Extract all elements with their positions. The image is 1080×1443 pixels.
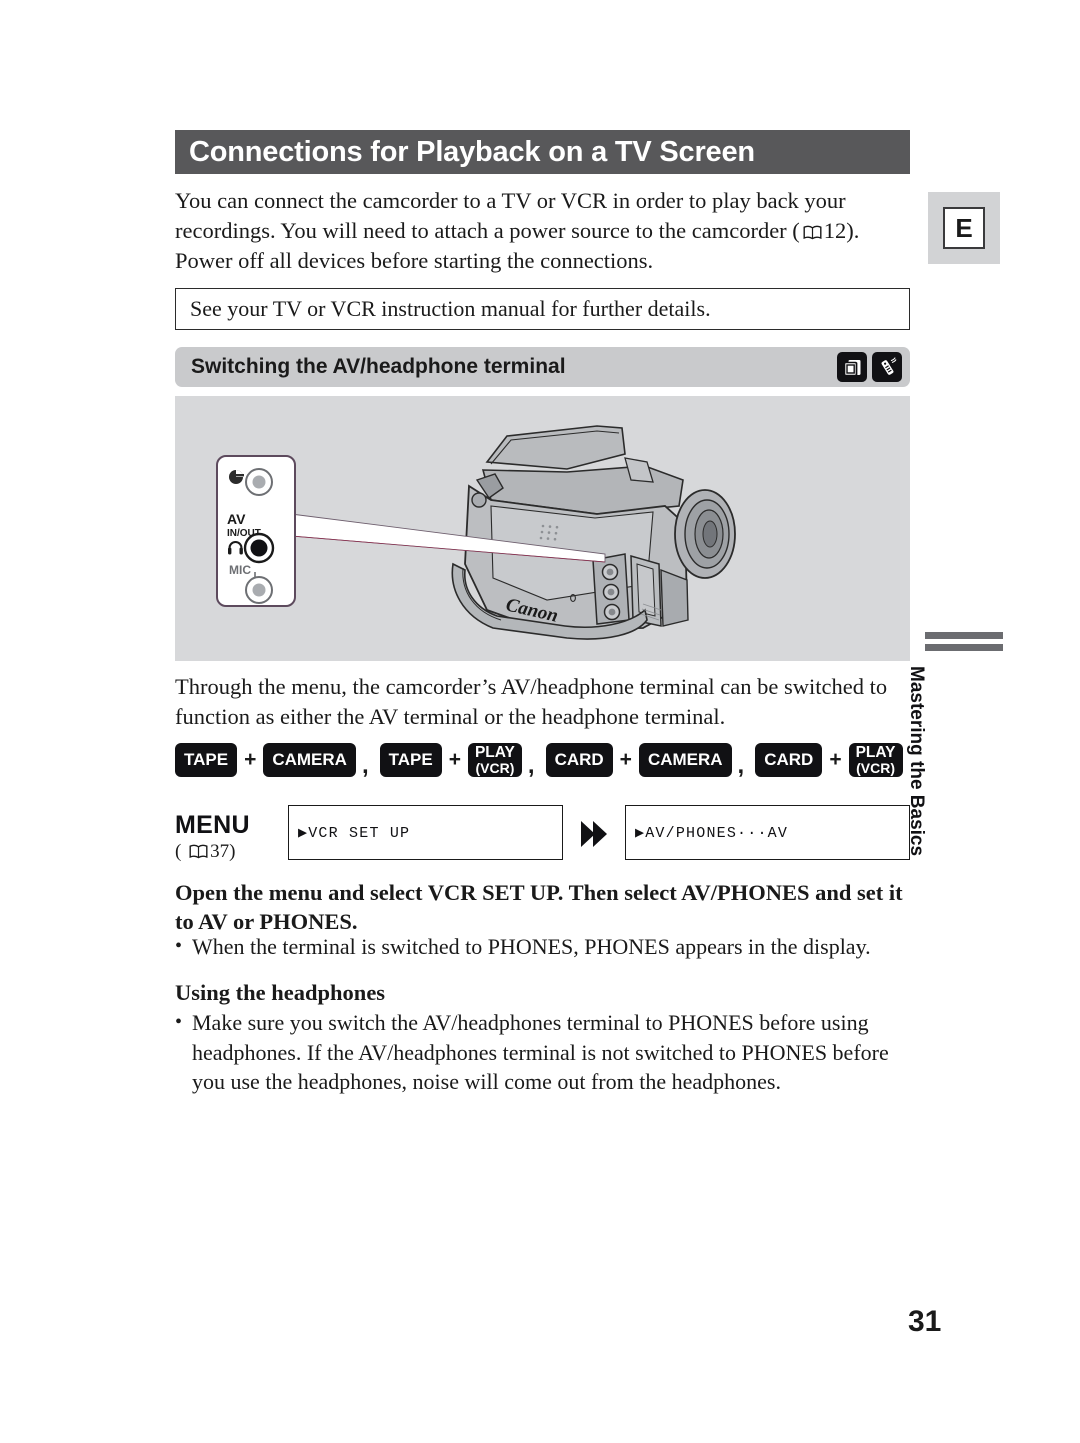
- camcorder-illustration: Canon AV IN/OUT MIC: [175, 396, 910, 661]
- page-title-bar: Connections for Playback on a TV Screen: [175, 130, 910, 174]
- language-tab-label: E: [955, 213, 973, 243]
- menu-flow-arrow-icon: [573, 819, 613, 849]
- body-line-1: Through the menu, the camcorder’s AV/hea…: [175, 674, 888, 699]
- intro-line-3: Power off all devices before starting th…: [175, 248, 654, 273]
- page-title: Connections for Playback on a TV Screen: [189, 135, 755, 168]
- intro-line-2-ref: 12).: [823, 218, 860, 243]
- side-tab-bar-top: [925, 632, 1003, 639]
- manual-page: Connections for Playback on a TV Screen …: [0, 0, 1080, 1443]
- bullet-marker-2: •: [175, 1011, 183, 1033]
- mode-badge-play-label-2: PLAY: [855, 743, 896, 761]
- mode-badge-tape-2: TAPE: [379, 743, 442, 777]
- bullet-marker-1: •: [175, 935, 183, 957]
- headphones-section-heading: Using the headphones: [175, 980, 386, 1005]
- mode-badge-row: TAPE + CAMERA , TAPE + PLAY (VCR) , CARD…: [175, 740, 915, 780]
- mode-badge-tape-1: TAPE: [175, 743, 238, 777]
- badge-separator-2: ,: [527, 752, 535, 779]
- note-box-text: See your TV or VCR instruction manual fo…: [190, 296, 711, 321]
- mode-badge-camera-1: CAMERA: [263, 743, 356, 777]
- book-reference-icon-menu: [189, 844, 208, 859]
- headphones-bullet: • Make sure you switch the AV/headphones…: [175, 1008, 910, 1097]
- instruction-bullet: • When the terminal is switched to PHONE…: [175, 932, 910, 961]
- badge-plus-4: +: [829, 748, 842, 771]
- memory-card-icon: [837, 352, 867, 382]
- menu-label: MENU: [175, 811, 250, 839]
- intro-line-2: recordings. You will need to attach a po…: [175, 216, 905, 246]
- badge-plus-2: +: [448, 748, 461, 771]
- mode-badge-play-label-1: PLAY: [474, 743, 515, 761]
- menu-screen-vcr-setup-text: ▶VCR SET UP: [298, 825, 411, 842]
- menu-screen-av-phones[interactable]: ▶AV/PHONES···AV: [625, 805, 910, 860]
- menu-label-group: MENU ( 37): [175, 811, 250, 863]
- badge-separator-1: ,: [361, 752, 369, 779]
- menu-screen-av-phones-text: ▶AV/PHONES···AV: [635, 825, 789, 842]
- body-paragraph: Through the menu, the camcorder’s AV/hea…: [175, 672, 905, 732]
- mode-badge-vcr-label-2: (VCR): [856, 759, 895, 776]
- menu-page-reference: ( 37): [175, 841, 236, 862]
- menu-screen-vcr-setup[interactable]: ▶VCR SET UP: [288, 805, 563, 860]
- language-tab-box: E: [943, 207, 985, 249]
- intro-line-1: You can connect the camcorder to a TV or…: [175, 188, 846, 213]
- instruction-bullet-text: When the terminal is switched to PHONES,…: [192, 934, 871, 959]
- remote-control-icon: [872, 352, 902, 382]
- mode-badge-card-1: CARD: [545, 743, 613, 777]
- mode-badge-camera-2: CAMERA: [638, 743, 732, 777]
- svg-text:AV: AV: [227, 511, 246, 527]
- subsection-header: Switching the AV/headphone terminal: [175, 347, 910, 387]
- badge-separator-3: ,: [737, 752, 745, 779]
- page-number: 31: [908, 1305, 942, 1338]
- subsection-title: Switching the AV/headphone terminal: [191, 355, 566, 378]
- intro-line-2-text: recordings. You will need to attach a po…: [175, 218, 800, 243]
- section-side-tab: Mastering the Basics: [906, 632, 1003, 856]
- instruction-line-1: Open the menu and select VCR SET UP. The…: [175, 880, 903, 905]
- side-tab-bar-bottom: [925, 644, 1003, 651]
- badge-plus-3: +: [619, 748, 632, 771]
- svg-text:MIC: MIC: [229, 563, 251, 577]
- headphones-bullet-text: Make sure you switch the AV/headphones t…: [192, 1010, 889, 1094]
- mode-badge-play-vcr-1: PLAY (VCR): [467, 743, 522, 777]
- instruction-text: Open the menu and select VCR SET UP. The…: [175, 878, 905, 936]
- body-line-2: function as either the AV terminal or th…: [175, 704, 726, 729]
- mode-badge-vcr-label-1: (VCR): [475, 759, 515, 776]
- side-tab-label: Mastering the Basics: [906, 666, 927, 857]
- menu-navigation-row: MENU ( 37) ▶VCR SET UP ▶AV/PHONES···AV: [175, 805, 915, 867]
- intro-paragraph: You can connect the camcorder to a TV or…: [175, 186, 905, 276]
- note-box: See your TV or VCR instruction manual fo…: [175, 288, 910, 330]
- mode-badge-card-2: CARD: [755, 743, 823, 777]
- badge-plus-1: +: [244, 748, 257, 771]
- book-reference-icon: [803, 225, 822, 240]
- language-tab: E: [928, 192, 1000, 264]
- mode-badge-play-vcr-2: PLAY (VCR): [848, 743, 903, 777]
